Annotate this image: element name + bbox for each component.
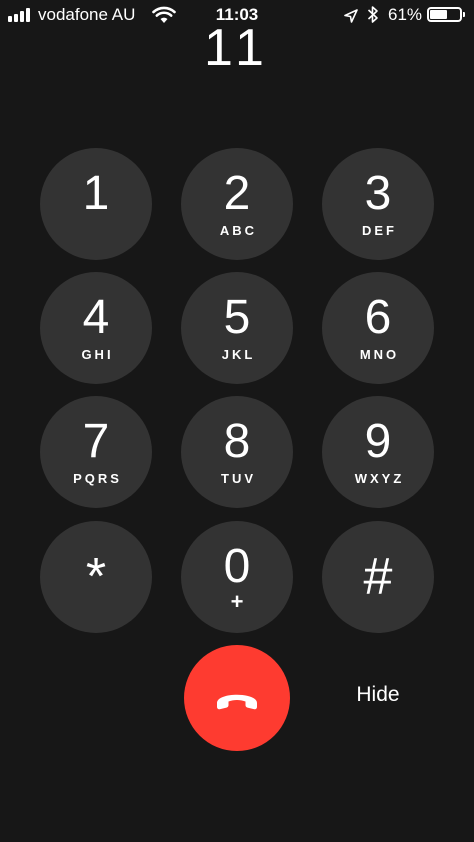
- key-digit: 5: [223, 291, 251, 344]
- key-digit: *: [85, 548, 107, 606]
- key-letters: MNO: [359, 347, 400, 362]
- key-3[interactable]: 3 DEF: [322, 148, 434, 260]
- key-0[interactable]: 0 +: [181, 521, 293, 633]
- key-1[interactable]: 1: [40, 148, 152, 260]
- key-digit: 6: [364, 291, 392, 344]
- key-star[interactable]: *: [40, 521, 152, 633]
- key-digit: 0: [223, 540, 251, 593]
- key-letters: DEF: [362, 223, 397, 238]
- hide-button[interactable]: Hide: [322, 683, 434, 707]
- key-letters: GHI: [81, 347, 114, 362]
- key-digit: 7: [82, 415, 110, 468]
- key-letters: +: [230, 589, 244, 614]
- phone-hangup-icon: [217, 694, 257, 710]
- key-digit: 9: [364, 415, 392, 468]
- key-4[interactable]: 4 GHI: [40, 272, 152, 384]
- key-hash[interactable]: #: [322, 521, 434, 633]
- key-8[interactable]: 8 TUV: [181, 396, 293, 508]
- key-digit: 1: [82, 167, 110, 220]
- key-letters: PQRS: [73, 471, 122, 486]
- key-digit: 8: [223, 415, 251, 468]
- key-letters: ABC: [219, 223, 258, 238]
- key-2[interactable]: 2 ABC: [181, 148, 293, 260]
- end-call-button[interactable]: [184, 645, 290, 751]
- key-6[interactable]: 6 MNO: [322, 272, 434, 384]
- key-letters: TUV: [221, 471, 256, 486]
- key-7[interactable]: 7 PQRS: [40, 396, 152, 508]
- key-digit: 3: [364, 167, 392, 220]
- key-5[interactable]: 5 JKL: [181, 272, 293, 384]
- key-letters: WXYZ: [354, 471, 405, 486]
- key-9[interactable]: 9 WXYZ: [322, 396, 434, 508]
- key-digit: 4: [82, 291, 110, 344]
- key-letters: JKL: [221, 347, 256, 362]
- key-digit: 2: [223, 167, 251, 220]
- key-digit: #: [363, 548, 393, 606]
